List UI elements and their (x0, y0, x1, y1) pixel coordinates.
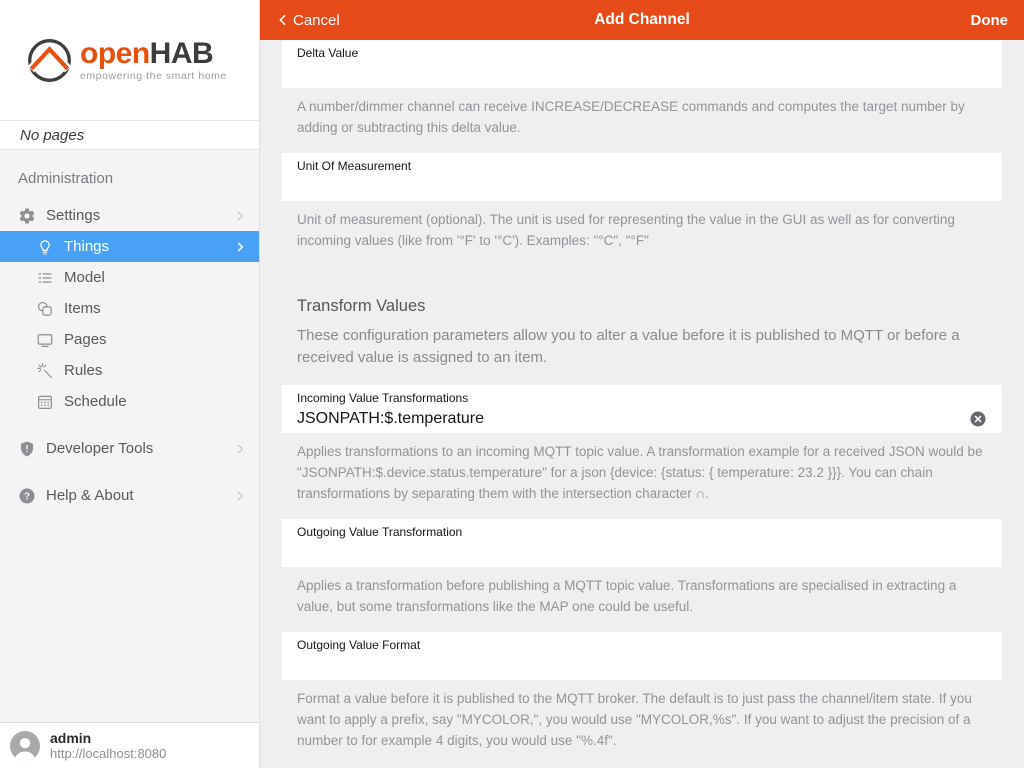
clear-input-icon[interactable] (969, 410, 987, 428)
field-label: Delta Value (297, 46, 987, 61)
outgoing-value-format-field[interactable]: Outgoing Value Format (282, 632, 1002, 680)
chevron-left-icon (276, 11, 291, 29)
server-url: http://localhost:8080 (50, 746, 166, 761)
calendar-icon (36, 393, 54, 411)
shield-exclamation-icon (18, 440, 36, 458)
display-icon (36, 331, 54, 349)
question-circle-icon: ? (18, 487, 36, 505)
no-pages-label: No pages (0, 121, 259, 150)
sidebar-item-pages[interactable]: Pages (0, 324, 259, 355)
gear-icon (18, 207, 36, 225)
sidebar-item-rules[interactable]: Rules (0, 355, 259, 386)
sidebar-item-settings[interactable]: Settings (0, 200, 259, 231)
section-description: These configuration parameters allow you… (297, 325, 992, 369)
incoming-value-transformations-field[interactable]: Incoming Value Transformations (282, 385, 1002, 433)
field-help-text: Format a value before it is published to… (297, 688, 992, 751)
sidebar-item-label: Model (64, 269, 247, 286)
incoming-value-transformations-input[interactable] (297, 408, 961, 430)
sidebar-nav: Administration Settings Things Mo (0, 150, 259, 722)
field-label: Unit Of Measurement (297, 159, 987, 174)
chevron-right-icon (233, 239, 247, 255)
sidebar-item-help-about[interactable]: ? Help & About (0, 480, 259, 511)
sidebar-item-label: Items (64, 300, 247, 317)
outgoing-value-transformation-input[interactable] (297, 542, 987, 564)
svg-text:?: ? (24, 491, 30, 502)
page-title: Add Channel (594, 11, 690, 29)
section-title: Transform Values (297, 297, 992, 316)
field-label: Outgoing Value Transformation (297, 525, 987, 540)
sidebar: openHAB empowering the smart home No pag… (0, 0, 260, 768)
chevron-right-icon (233, 208, 247, 224)
sidebar-item-label: Settings (46, 207, 223, 224)
field-label: Incoming Value Transformations (297, 391, 987, 406)
username: admin (50, 730, 166, 746)
square-on-circle-icon (36, 300, 54, 318)
form-content: Delta Value A number/dimmer channel can … (260, 40, 1024, 768)
brand-wordmark: openHAB (80, 38, 227, 69)
brand-tagline: empowering the smart home (80, 70, 227, 82)
unit-of-measurement-field[interactable]: Unit Of Measurement (282, 153, 1002, 201)
sidebar-item-label: Pages (64, 331, 247, 348)
lightbulb-icon (36, 238, 54, 256)
field-help-text: Applies transformations to an incoming M… (297, 441, 992, 504)
field-help-text: Applies a transformation before publishi… (297, 575, 992, 617)
navbar: Cancel Add Channel Done (260, 0, 1024, 40)
field-help-text: A number/dimmer channel can receive INCR… (297, 96, 992, 138)
field-label: Outgoing Value Format (297, 638, 987, 653)
chevron-right-icon (233, 488, 247, 504)
sidebar-item-label: Developer Tools (46, 440, 223, 457)
sidebar-item-schedule[interactable]: Schedule (0, 386, 259, 417)
outgoing-value-format-input[interactable] (297, 655, 987, 677)
sidebar-item-label: Help & About (46, 487, 223, 504)
unit-of-measurement-input[interactable] (297, 176, 987, 198)
sidebar-item-label: Schedule (64, 393, 247, 410)
transform-values-section: Transform Values These configuration par… (297, 297, 992, 369)
sidebar-item-things[interactable]: Things (0, 231, 259, 262)
model-tree-icon (36, 269, 54, 287)
sidebar-item-label: Rules (64, 362, 247, 379)
administration-section-label: Administration (0, 170, 259, 187)
delta-value-field[interactable]: Delta Value (282, 40, 1002, 88)
openhab-house-icon (26, 37, 73, 84)
sidebar-item-developer-tools[interactable]: Developer Tools (0, 433, 259, 464)
outgoing-value-transformation-field[interactable]: Outgoing Value Transformation (282, 519, 1002, 567)
user-panel[interactable]: admin http://localhost:8080 (0, 722, 259, 768)
done-button[interactable]: Done (971, 12, 1009, 29)
cancel-button[interactable]: Cancel (276, 11, 340, 29)
chevron-right-icon (233, 441, 247, 457)
avatar (10, 731, 40, 761)
sidebar-item-label: Things (64, 238, 223, 255)
sidebar-item-model[interactable]: Model (0, 262, 259, 293)
openhab-logo: openHAB empowering the smart home (0, 0, 259, 121)
sidebar-item-items[interactable]: Items (0, 293, 259, 324)
delta-value-input[interactable] (297, 63, 987, 85)
field-help-text: Unit of measurement (optional). The unit… (297, 209, 992, 251)
app-window: openHAB empowering the smart home No pag… (0, 0, 1024, 768)
wand-sparkle-icon (36, 362, 54, 380)
add-channel-panel: Cancel Add Channel Done Delta Value A nu… (260, 0, 1024, 768)
